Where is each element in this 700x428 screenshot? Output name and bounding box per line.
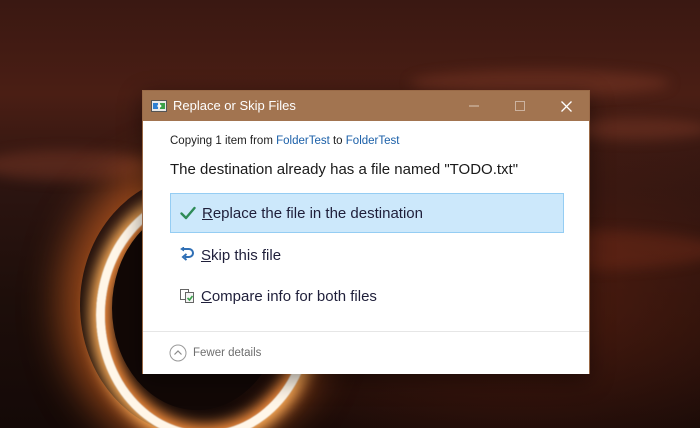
fewer-details-toggle[interactable]: Fewer details [169,344,261,362]
minimize-button[interactable] [451,91,497,121]
replace-file-label: Replace the file in the destination [202,204,423,222]
copy-status-line: Copying 1 item from FolderTest to Folder… [170,135,399,147]
checkmark-icon [180,205,196,221]
compare-files-option[interactable]: Compare info for both files [170,276,564,316]
copy-prefix-text: Copying 1 item from [170,135,277,147]
window-title: Replace or Skip Files [173,98,296,113]
skip-arrow-icon [179,247,195,263]
source-folder-link[interactable]: FolderTest [276,135,330,147]
replace-or-skip-dialog: Replace or Skip Files Copying 1 item fro… [142,90,590,374]
destination-folder-link[interactable]: FolderTest [346,135,400,147]
cloud-streak [0,150,150,180]
compare-files-icon [179,288,195,304]
dialog-footer: Fewer details [143,332,589,374]
close-button[interactable] [543,91,589,121]
file-transfer-icon [151,99,167,113]
chevron-up-icon [169,344,187,362]
copy-to-text: to [329,135,346,147]
minimize-icon [469,105,479,107]
maximize-button[interactable] [497,91,543,121]
title-bar[interactable]: Replace or Skip Files [143,91,589,121]
compare-files-label: Compare info for both files [201,287,377,305]
fewer-details-label: Fewer details [193,347,262,359]
maximize-icon [515,101,525,111]
conflict-message: The destination already has a file named… [170,161,519,178]
replace-file-option[interactable]: Replace the file in the destination [170,193,564,233]
close-icon [560,100,572,112]
skip-file-label: Skip this file [201,246,282,264]
skip-file-option[interactable]: Skip this file [170,235,564,275]
